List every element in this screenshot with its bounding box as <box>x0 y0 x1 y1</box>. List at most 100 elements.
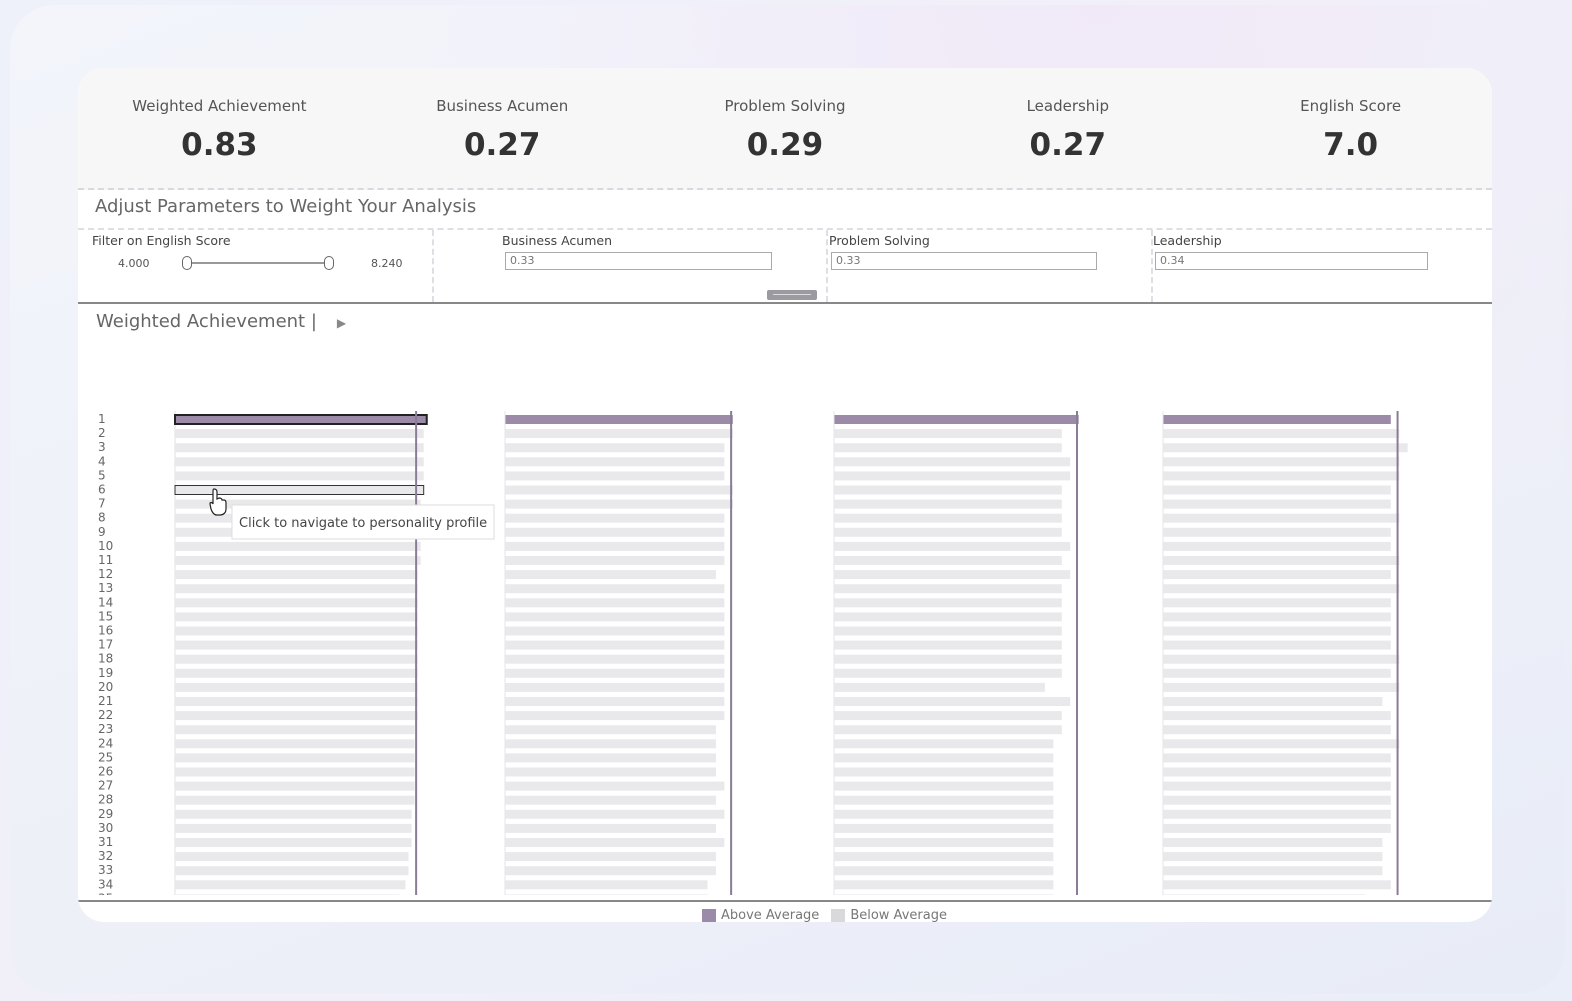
problem-solving-input[interactable]: 0.33 <box>831 252 1097 270</box>
slider-min-value: 4.000 <box>118 257 150 270</box>
bar-below-average <box>175 471 424 481</box>
tooltip-text: Click to navigate to personality profile <box>239 516 487 531</box>
bar-below-average <box>1163 556 1400 565</box>
bar-below-average <box>175 429 424 439</box>
row-label: 7 <box>98 497 106 511</box>
kpi-weighted-achievement: Weighted Achievement 0.83 <box>78 68 361 188</box>
bar-below-average <box>834 513 1062 523</box>
bar-below-average <box>834 457 1071 467</box>
bar-below-average <box>1163 485 1391 495</box>
kpi-business-acumen: Business Acumen 0.27 <box>361 68 644 188</box>
bar-below-average <box>834 781 1054 791</box>
row-label: 23 <box>98 722 113 736</box>
bar-below-average <box>505 725 716 735</box>
bar-below-average <box>175 443 424 453</box>
bar-below-average <box>505 584 725 594</box>
bar-above-average <box>834 415 1079 424</box>
bar-below-average <box>834 894 1054 895</box>
resize-handle[interactable] <box>767 290 817 300</box>
bar-below-average <box>834 795 1054 805</box>
param-label: Leadership <box>1153 233 1222 248</box>
bar-below-average <box>505 809 725 819</box>
bar-below-average <box>1163 668 1391 678</box>
bar-below-average <box>175 725 415 735</box>
bar-below-average <box>1163 795 1391 805</box>
business-acumen-input[interactable]: 0.33 <box>505 252 772 270</box>
play-icon[interactable]: ▶ <box>337 316 346 330</box>
bar-above-average <box>1163 415 1391 424</box>
row-label: 11 <box>98 553 113 567</box>
row-label: 30 <box>98 821 113 835</box>
bar-below-average <box>834 570 1071 580</box>
bar-below-average <box>834 429 1062 439</box>
kpi-value: 0.29 <box>746 127 824 163</box>
bar-below-average <box>505 570 716 580</box>
bar-below-average <box>505 654 725 664</box>
bar-below-average <box>175 682 418 692</box>
slider-track[interactable] <box>186 262 332 264</box>
bar-below-average <box>505 894 708 895</box>
row-label: 15 <box>98 609 113 623</box>
bar-below-average <box>1163 570 1391 580</box>
slider-max-handle[interactable] <box>324 256 334 270</box>
bar-below-average <box>175 541 421 551</box>
bar-below-average <box>1163 894 1366 895</box>
kpi-value: 0.83 <box>181 127 258 163</box>
bar-below-average <box>505 457 725 467</box>
bar-below-average <box>175 852 409 862</box>
bar-below-average <box>1163 457 1400 467</box>
bar-below-average <box>1163 612 1391 622</box>
bar-below-average <box>175 781 415 791</box>
kpi-value: 7.0 <box>1323 127 1379 163</box>
row-label: 13 <box>98 581 113 595</box>
row-label: 26 <box>98 765 113 779</box>
bar-below-average <box>834 753 1054 763</box>
bar-below-average <box>175 838 412 847</box>
bar-below-average <box>1163 626 1391 636</box>
bar-below-average <box>1163 823 1391 833</box>
legend-below: Below Average <box>831 908 947 922</box>
kpi-problem-solving: Problem Solving 0.29 <box>644 68 927 188</box>
bar-below-average <box>505 443 725 453</box>
row-label: 31 <box>98 835 113 849</box>
bar-below-average <box>834 626 1062 636</box>
legend-swatch-above <box>702 908 716 922</box>
bar-below-average <box>1163 527 1391 537</box>
bar-below-average <box>834 711 1062 721</box>
row-label: 10 <box>98 539 113 553</box>
slider-min-handle[interactable] <box>182 256 192 270</box>
bar-below-average <box>834 852 1054 862</box>
bar-below-average <box>505 823 716 833</box>
bar-below-average <box>505 640 725 650</box>
slider-max-value: 8.240 <box>371 257 403 270</box>
chart-title: Weighted Achievement | ▶ <box>96 311 346 332</box>
bar-below-average <box>834 809 1054 819</box>
row-label: 19 <box>98 666 113 680</box>
bar-below-average <box>1163 584 1400 594</box>
bar-chart-panels: 1234567891011121314151617181920212223242… <box>98 411 1408 895</box>
kpi-value: 0.27 <box>463 127 541 163</box>
kpi-title: Business Acumen <box>436 97 569 115</box>
legend: Above Average Below Average <box>702 908 959 922</box>
row-label: 18 <box>98 652 113 666</box>
row-label: 14 <box>98 595 113 609</box>
bar-below-average <box>505 598 725 608</box>
bar-below-average <box>834 654 1062 664</box>
bar-below-average <box>174 485 425 495</box>
bar-below-average <box>1163 725 1391 735</box>
bar-below-average <box>175 598 418 608</box>
bar-below-average <box>834 640 1062 650</box>
row-label: 28 <box>98 793 113 807</box>
bar-below-average <box>834 880 1054 890</box>
english-score-filter: Filter on English Score 4.000 8.240 <box>78 230 434 302</box>
bar-below-average <box>834 598 1062 608</box>
bar-below-average <box>834 725 1062 735</box>
leadership-input[interactable]: 0.34 <box>1155 252 1428 270</box>
bar-below-average <box>175 584 418 594</box>
bar-below-average <box>1163 880 1391 890</box>
kpi-strip: Weighted Achievement 0.83 Business Acume… <box>78 68 1492 190</box>
row-label: 1 <box>98 412 106 426</box>
bar-below-average <box>834 443 1062 453</box>
row-label: 4 <box>98 454 106 468</box>
bar-below-average <box>175 711 418 721</box>
